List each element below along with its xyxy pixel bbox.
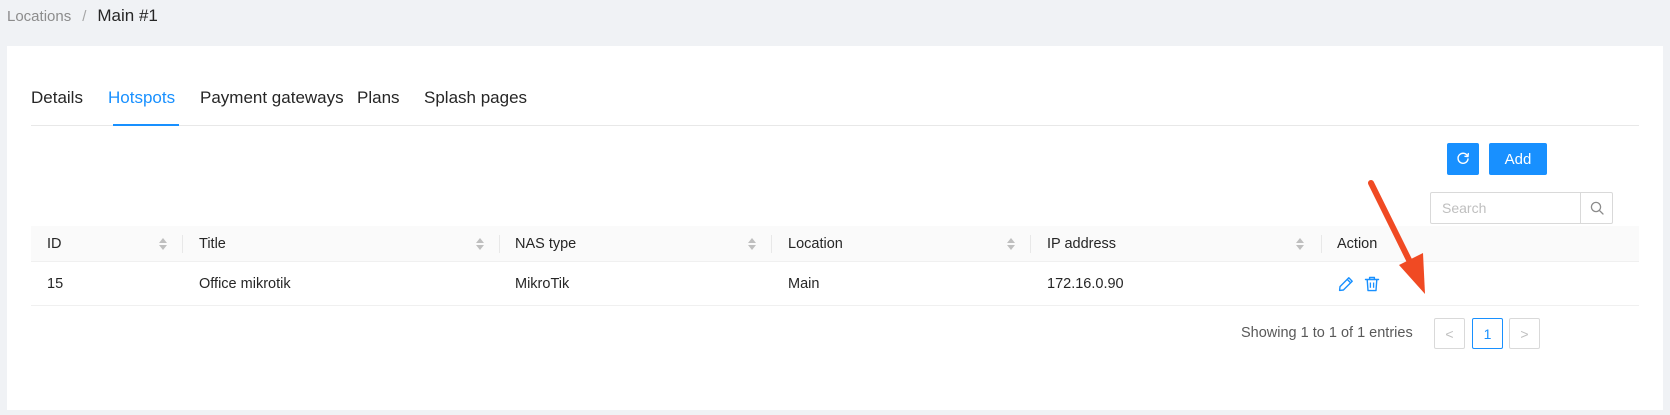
pagination-next-button[interactable]: > bbox=[1509, 318, 1540, 349]
sort-caret-icon[interactable] bbox=[1296, 237, 1304, 251]
cell-nas-type: MikroTik bbox=[515, 276, 570, 292]
tab-splash-pages[interactable]: Splash pages bbox=[424, 88, 527, 108]
tab-plans[interactable]: Plans bbox=[357, 88, 400, 108]
cell-title: Office mikrotik bbox=[199, 276, 291, 292]
breadcrumb: Locations / Main #1 bbox=[7, 6, 158, 26]
search-button[interactable] bbox=[1580, 193, 1612, 223]
table-row: 15 Office mikrotik MikroTik Main 172.16.… bbox=[31, 262, 1639, 306]
tab-payment-gateways[interactable]: Payment gateways bbox=[200, 88, 344, 108]
refresh-button[interactable] bbox=[1447, 143, 1479, 175]
search-input[interactable] bbox=[1431, 193, 1580, 223]
column-divider bbox=[771, 235, 772, 253]
pagination-page-1[interactable]: 1 bbox=[1472, 318, 1503, 349]
column-divider bbox=[182, 235, 183, 253]
chevron-right-icon: > bbox=[1520, 325, 1529, 342]
search-icon bbox=[1590, 201, 1604, 215]
cell-id: 15 bbox=[47, 276, 64, 292]
cell-location: Main bbox=[788, 276, 820, 292]
edit-icon[interactable] bbox=[1337, 275, 1355, 293]
hotspots-table: ID Title NAS type Location IP address Ac… bbox=[31, 226, 1639, 306]
column-header-title[interactable]: Title bbox=[199, 226, 226, 262]
column-header-action: Action bbox=[1337, 236, 1378, 252]
column-header-location[interactable]: Location bbox=[788, 226, 843, 262]
chevron-left-icon: < bbox=[1445, 325, 1454, 342]
breadcrumb-current: Main #1 bbox=[97, 6, 158, 25]
tab-details[interactable]: Details bbox=[31, 88, 83, 108]
cell-ip-address: 172.16.0.90 bbox=[1047, 276, 1124, 292]
sort-caret-icon[interactable] bbox=[748, 237, 756, 251]
reload-icon bbox=[1457, 152, 1469, 164]
breadcrumb-locations-link[interactable]: Locations bbox=[7, 8, 71, 25]
search-box bbox=[1430, 192, 1613, 224]
sort-caret-icon[interactable] bbox=[1007, 237, 1015, 251]
column-header-ip-address[interactable]: IP address bbox=[1047, 226, 1116, 262]
tab-bar: Details Hotspots Payment gateways Plans … bbox=[31, 46, 1639, 126]
sort-caret-icon[interactable] bbox=[159, 237, 167, 251]
tab-hotspots[interactable]: Hotspots bbox=[108, 88, 175, 108]
column-divider bbox=[1030, 235, 1031, 253]
add-button[interactable]: Add bbox=[1489, 143, 1547, 175]
column-divider bbox=[1321, 235, 1322, 253]
pagination-prev-button[interactable]: < bbox=[1434, 318, 1465, 349]
pagination-summary: Showing 1 to 1 of 1 entries bbox=[1241, 325, 1413, 341]
column-header-id[interactable]: ID bbox=[47, 226, 62, 262]
active-tab-indicator bbox=[113, 124, 179, 126]
breadcrumb-separator: / bbox=[82, 7, 87, 25]
content-card: Details Hotspots Payment gateways Plans … bbox=[7, 46, 1663, 410]
delete-icon[interactable] bbox=[1363, 275, 1381, 293]
column-header-nas-type[interactable]: NAS type bbox=[515, 226, 576, 262]
sort-caret-icon[interactable] bbox=[476, 237, 484, 251]
table-header: ID Title NAS type Location IP address Ac… bbox=[31, 226, 1639, 262]
column-divider bbox=[499, 235, 500, 253]
